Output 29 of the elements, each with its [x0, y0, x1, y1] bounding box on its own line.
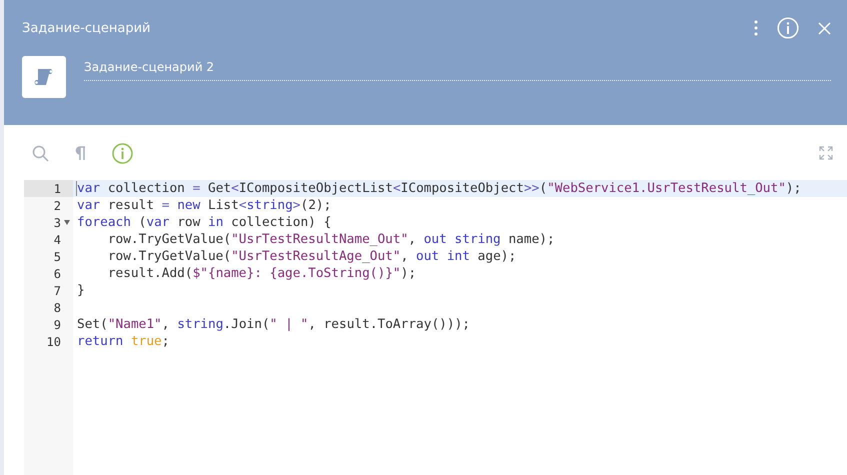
line-number: 8 — [54, 300, 61, 314]
code-line: result.Add($"{name}: {age.ToString()}"); — [106, 265, 416, 282]
code-line: row.TryGetValue("UsrTestResultName_Out", out string name); — [106, 231, 555, 248]
code-line: var result = new List<string>(2); — [77, 197, 332, 214]
line-number: 9 — [54, 318, 61, 332]
line-number: 4 — [54, 232, 61, 246]
line-number: 6 — [54, 266, 61, 280]
line-number: 10 — [46, 334, 61, 348]
pilcrow-icon[interactable] — [75, 146, 86, 160]
scroll-icon — [22, 56, 66, 98]
expand-icon[interactable] — [819, 146, 833, 160]
code-line: row.TryGetValue("UsrTestResultAge_Out", out int age); — [106, 248, 516, 265]
line-number: 7 — [54, 284, 61, 298]
line-number: 1 — [54, 182, 61, 196]
line-number: 2 — [54, 198, 61, 212]
window-title: Задание-сценарий — [22, 20, 151, 36]
code-line: Set("Name1", string.Join(" | ", result.ToArray())); — [77, 316, 470, 333]
code-line: foreach (var row in collection) { — [77, 214, 332, 231]
code-line: var collection = Get<ICompositeObjectList<ICompositeObject>>("WebService1.UsrTestResult_Out"); — [77, 180, 802, 197]
name-field[interactable]: Задание-сценарий 2 — [84, 54, 831, 81]
code-line: } — [77, 282, 85, 299]
line-number: 3 — [54, 216, 61, 230]
code-line: return true; — [77, 333, 170, 350]
more-icon[interactable] — [754, 20, 758, 36]
close-icon[interactable] — [818, 22, 831, 34]
fold-icon[interactable] — [64, 220, 70, 225]
info-icon[interactable] — [112, 142, 133, 164]
search-icon[interactable] — [32, 144, 49, 162]
line-number: 5 — [54, 250, 61, 264]
